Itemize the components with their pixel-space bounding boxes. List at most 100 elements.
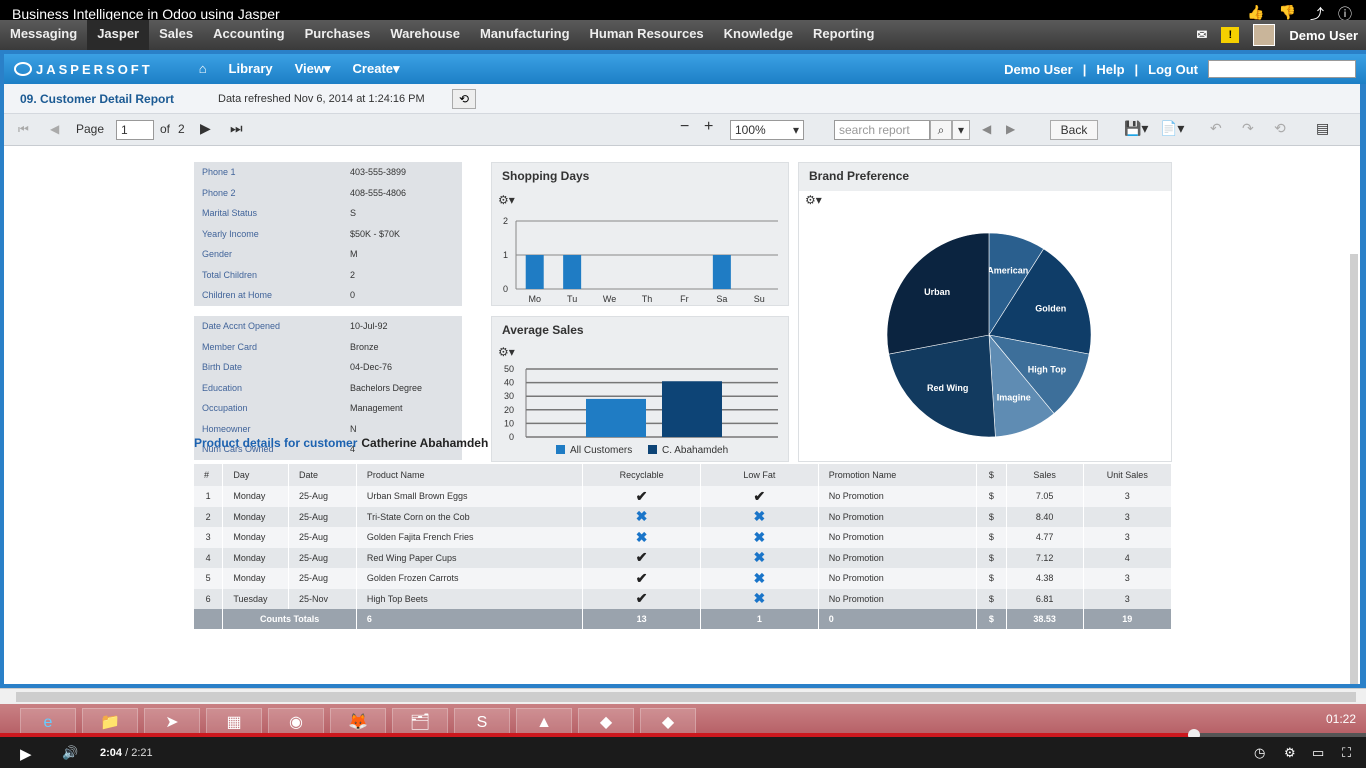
volume-icon[interactable]: 🔊 <box>62 745 78 761</box>
next-page-icon[interactable]: ▶ <box>200 120 211 137</box>
settings-gear-icon[interactable]: ⚙ <box>1284 745 1296 761</box>
video-controls: ▶ 🔊 2:04 / 2:21 ◷ ⚙ ▭ ⛶ <box>0 737 1366 768</box>
menu-item-accounting[interactable]: Accounting <box>203 20 295 50</box>
column-header[interactable]: Sales <box>1006 464 1084 486</box>
column-header[interactable]: # <box>194 464 224 486</box>
search-prev-icon[interactable]: ◀ <box>982 122 991 136</box>
first-page-icon[interactable]: ⏮ <box>18 122 29 137</box>
global-search-input[interactable] <box>1208 60 1356 78</box>
table-cell: $ <box>976 527 1007 548</box>
redo-icon[interactable]: ↷ <box>1242 120 1254 137</box>
vertical-scrollbar[interactable] <box>1350 254 1358 684</box>
theater-mode-icon[interactable]: ▭ <box>1312 745 1324 761</box>
nav-view[interactable]: View▾ <box>295 61 331 77</box>
menu-item-knowledge[interactable]: Knowledge <box>714 20 803 50</box>
watch-later-icon[interactable]: ◷ <box>1254 745 1265 761</box>
menu-item-manufacturing[interactable]: Manufacturing <box>470 20 580 50</box>
pie-label: American <box>987 265 1028 275</box>
customer-name: Catherine Abahamdeh <box>361 436 489 450</box>
info-value: 408-555-4806 <box>350 187 407 198</box>
bar[interactable] <box>563 255 582 289</box>
back-button[interactable]: Back <box>1050 120 1098 140</box>
pie-label: High Top <box>1028 364 1067 374</box>
screen: Business Intelligence in Odoo using Jasp… <box>0 0 1366 768</box>
pie-label: Golden <box>1035 303 1066 313</box>
reset-icon[interactable]: ⟲ <box>1274 120 1286 137</box>
average-sales-chart: 0 10 20 30 40 50 All Customers C. Abahamdeh <box>504 364 778 456</box>
table-cell: $ <box>976 486 1007 507</box>
table-row[interactable]: 5 Monday 25-Aug Golden Frozen Carrots ✔ ✖ No P… <box>194 568 1173 589</box>
jaspersoft-logo[interactable]: JASPERSOFT <box>14 62 153 77</box>
undo-icon[interactable]: ↶ <box>1210 120 1222 137</box>
menu-item-jasper[interactable]: Jasper <box>87 20 150 50</box>
menu-item-human-resources[interactable]: Human Resources <box>580 20 714 50</box>
column-header[interactable]: Date <box>288 464 357 486</box>
menu-item-sales[interactable]: Sales <box>149 20 203 50</box>
refresh-button[interactable]: ⟲ <box>452 89 476 109</box>
table-cell: 3 <box>1083 527 1173 548</box>
save-icon[interactable]: 💾▾ <box>1124 120 1148 137</box>
page-number-input[interactable]: 1 <box>116 120 154 140</box>
avatar[interactable] <box>1253 24 1276 46</box>
table-cell: ✖ <box>700 568 819 589</box>
check-icon: ✔ <box>753 487 766 504</box>
jasper-user-link[interactable]: Demo User <box>1004 62 1073 77</box>
table-cell: 6 <box>194 588 224 609</box>
bar[interactable] <box>712 255 731 289</box>
column-header[interactable]: Product Name <box>356 464 584 486</box>
column-header[interactable]: Day <box>222 464 290 486</box>
home-icon[interactable]: ⌂ <box>199 61 207 77</box>
last-page-icon[interactable]: ⏭ <box>230 120 243 137</box>
info-row: Date Accnt Opened 10-Jul-92 <box>194 316 462 337</box>
column-header[interactable]: Recyclable <box>582 464 702 486</box>
fullscreen-icon[interactable]: ⛶ <box>1342 745 1351 761</box>
table-cell: ✖ <box>700 506 819 527</box>
column-header[interactable]: Unit Sales <box>1083 464 1173 486</box>
nav-library[interactable]: Library <box>229 61 273 77</box>
bar[interactable] <box>662 381 722 437</box>
table-cell: 25-Aug <box>288 568 357 589</box>
prev-page-icon[interactable]: ◀ <box>50 122 59 136</box>
x-tick-label: Sa <box>716 294 727 304</box>
legend-swatch <box>648 445 657 454</box>
horizontal-scrollbar[interactable] <box>0 688 1366 704</box>
play-icon[interactable]: ▶ <box>20 745 32 763</box>
search-icon[interactable]: ⌕ <box>930 120 952 140</box>
zoom-in-icon[interactable]: + <box>704 118 713 136</box>
table-row[interactable]: 4 Monday 25-Aug Red Wing Paper Cups ✔ ✖ No Pro… <box>194 547 1173 568</box>
table-cell: ✔ <box>582 486 702 507</box>
column-header[interactable]: $ <box>976 464 1007 486</box>
menu-item-reporting[interactable]: Reporting <box>803 20 884 50</box>
menu-item-warehouse[interactable]: Warehouse <box>380 20 470 50</box>
export-icon[interactable]: 📄▾ <box>1160 120 1184 137</box>
table-cell: Monday <box>222 568 290 589</box>
zoom-select[interactable]: 100% ▾ <box>730 120 804 140</box>
help-link[interactable]: Help <box>1096 62 1124 77</box>
y-tick-label: 0 <box>509 432 514 442</box>
search-report-input[interactable]: search report <box>834 120 930 140</box>
logout-link[interactable]: Log Out <box>1148 62 1198 77</box>
report-options-icon[interactable]: ▤ <box>1316 120 1329 137</box>
menu-item-purchases[interactable]: Purchases <box>295 20 381 50</box>
search-next-icon[interactable]: ▶ <box>1006 122 1015 136</box>
info-value: Management <box>350 403 403 413</box>
nav-create[interactable]: Create▾ <box>353 61 400 77</box>
column-header[interactable]: Low Fat <box>700 464 819 486</box>
table-row[interactable]: 6 Tuesday 25-Nov High Top Beets ✔ ✖ No Promoti… <box>194 588 1173 609</box>
odoo-user-menu[interactable]: Demo User <box>1289 28 1358 43</box>
info-label: Education <box>202 382 243 393</box>
table-row[interactable]: 2 Monday 25-Aug Tri-State Corn on the Cob ✖ ✖… <box>194 506 1173 527</box>
search-options-icon[interactable]: ▾ <box>952 120 970 140</box>
menu-item-messaging[interactable]: Messaging <box>0 20 87 50</box>
table-row[interactable]: 1 Monday 25-Aug Urban Small Brown Eggs ✔ ✔ No … <box>194 486 1173 507</box>
column-header[interactable]: Promotion Name <box>818 464 978 486</box>
shopping-days-panel: Shopping Days ⚙▾ 0 1 2 Mo Tu We Th Fr Sa Su <box>491 162 789 306</box>
scrollbar-thumb[interactable] <box>16 692 1356 702</box>
bar[interactable] <box>586 398 646 437</box>
table-cell: ✖ <box>700 547 819 568</box>
warning-icon[interactable]: ! <box>1221 27 1240 43</box>
bar[interactable] <box>525 255 544 289</box>
table-row[interactable]: 3 Monday 25-Aug Golden Fajita French Fries ✖… <box>194 527 1173 548</box>
zoom-out-icon[interactable]: − <box>680 118 689 136</box>
mail-icon[interactable]: ✉ <box>1196 27 1207 43</box>
